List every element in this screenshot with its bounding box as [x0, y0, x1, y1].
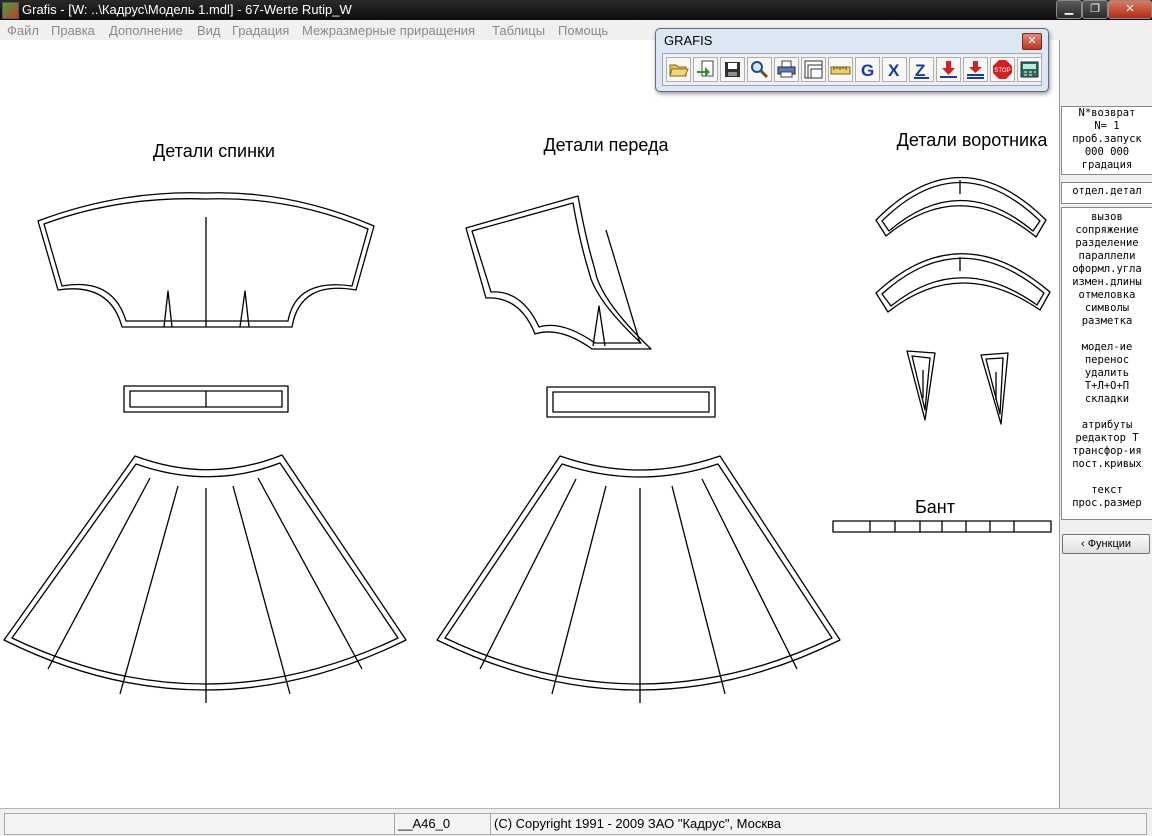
func-spacer: [1062, 328, 1152, 341]
func-modeling[interactable]: модел-ие: [1062, 341, 1152, 354]
func-separate-detail[interactable]: отдел.детал: [1062, 185, 1152, 198]
info-grading[interactable]: градация: [1062, 159, 1152, 172]
func-corner[interactable]: оформл.угла: [1062, 263, 1152, 276]
func-delete[interactable]: удалить: [1062, 367, 1152, 380]
func-spacer: [1062, 406, 1152, 419]
restore-button[interactable]: ❐: [1082, 0, 1108, 19]
title-bar: Grafis - [W: ..\Кадрус\Модель 1.mdl] - 6…: [0, 0, 1152, 20]
svg-text:G: G: [861, 61, 874, 80]
func-folds[interactable]: складки: [1062, 393, 1152, 406]
status-copyright: (C) Copyright 1991 - 2009 ЗАО "Кадрус", …: [490, 813, 1147, 835]
menu-size-increments[interactable]: Межразмерные приращения: [302, 23, 475, 38]
import-icon[interactable]: [693, 57, 718, 82]
info-n: N= 1: [1094, 120, 1120, 132]
functions-button[interactable]: ‹ Функции: [1062, 534, 1150, 554]
back-skirt-piece: [3, 454, 407, 703]
stop-icon[interactable]: STOP: [990, 57, 1015, 82]
label-collar-details: Детали воротника: [897, 130, 1049, 150]
info-return[interactable]: N*возврат: [1062, 107, 1152, 120]
download-icon[interactable]: [936, 57, 961, 82]
x-icon[interactable]: X: [882, 57, 907, 82]
func-size-view[interactable]: прос.размер: [1062, 497, 1152, 510]
close-button[interactable]: ✕: [1108, 0, 1152, 19]
print-icon[interactable]: [774, 57, 799, 82]
toolbar-window-title: GRAFIS: [664, 33, 713, 48]
status-bar: __A46_0 (C) Copyright 1991 - 2009 ЗАО "К…: [0, 808, 1152, 836]
front-skirt-piece: [436, 455, 841, 703]
status-cell-main: [4, 813, 395, 835]
collar-tab-right: [980, 352, 1009, 425]
pattern-drawing[interactable]: Детали спинки Детали переда Детали ворот…: [0, 40, 1058, 808]
bow-piece: [832, 520, 1052, 533]
status-cell-code: __A46_0: [394, 813, 491, 835]
menu-addition[interactable]: Дополнение: [109, 23, 183, 38]
minimize-button[interactable]: ▁: [1056, 0, 1082, 19]
functions-box: вызов сопряжение разделение параллели оф…: [1061, 207, 1152, 520]
drawing-canvas[interactable]: Детали спинки Детали переда Детали ворот…: [0, 40, 1058, 808]
window-title: Grafis - [W: ..\Кадрус\Модель 1.mdl] - 6…: [22, 2, 352, 17]
menu-help[interactable]: Помощь: [558, 23, 608, 38]
download-all-icon[interactable]: [963, 57, 988, 82]
separate-detail-box: отдел.детал: [1061, 182, 1152, 204]
open-folder-icon[interactable]: [666, 57, 691, 82]
function-panel: N*возврат N= 1 проб.запуск 000 000 града…: [1059, 40, 1152, 808]
menu-grading[interactable]: Градация: [232, 23, 289, 38]
ruler-icon[interactable]: [828, 57, 853, 82]
back-bodice-piece: [37, 192, 375, 328]
app-icon: [2, 2, 19, 19]
collar-piece-1: [875, 177, 1047, 238]
stop-icon-label: STOP: [994, 68, 1010, 74]
func-transform[interactable]: трансфор-ия: [1062, 445, 1152, 458]
func-text[interactable]: текст: [1062, 484, 1152, 497]
z-icon[interactable]: Z: [909, 57, 934, 82]
save-icon[interactable]: [720, 57, 745, 82]
back-waistband-piece: [123, 385, 289, 413]
collar-tab-left: [906, 350, 936, 421]
func-call[interactable]: вызов: [1062, 211, 1152, 224]
collar-piece-2: [875, 253, 1051, 313]
func-curves[interactable]: пост.кривых: [1062, 458, 1152, 471]
func-transfer[interactable]: перенос: [1062, 354, 1152, 367]
menu-view[interactable]: Вид: [197, 23, 221, 38]
func-editor-t[interactable]: редактор Т: [1062, 432, 1152, 445]
func-marking[interactable]: отмеловка: [1062, 289, 1152, 302]
func-division[interactable]: разделение: [1062, 237, 1152, 250]
func-attributes[interactable]: атрибуты: [1062, 419, 1152, 432]
svg-text:X: X: [888, 61, 900, 80]
func-length[interactable]: измен.длины: [1062, 276, 1152, 289]
front-waistband-piece: [546, 386, 716, 418]
calculator-icon[interactable]: [1017, 57, 1042, 82]
menu-edit[interactable]: Правка: [51, 23, 95, 38]
label-bow: Бант: [915, 497, 955, 517]
func-layout[interactable]: разметка: [1062, 315, 1152, 328]
func-tlop[interactable]: Т+Л+О+П: [1062, 380, 1152, 393]
label-front-details: Детали переда: [543, 135, 669, 155]
toolbar-close-button[interactable]: ✕: [1022, 33, 1042, 50]
info-counter: 000 000: [1084, 146, 1130, 158]
front-bodice-piece: [465, 195, 652, 350]
func-parallels[interactable]: параллели: [1062, 250, 1152, 263]
layers-icon[interactable]: [801, 57, 826, 82]
info-trial-run[interactable]: проб.запуск: [1062, 133, 1152, 146]
menu-file[interactable]: Файл: [7, 23, 39, 38]
func-symbols[interactable]: символы: [1062, 302, 1152, 315]
info-box: N*возврат N= 1 проб.запуск 000 000 града…: [1061, 106, 1152, 175]
g-icon[interactable]: G: [855, 57, 880, 82]
menu-tables[interactable]: Таблицы: [492, 23, 545, 38]
zoom-icon[interactable]: [747, 57, 772, 82]
grafis-toolbar-window[interactable]: GRAFIS ✕ G X Z STOP: [655, 28, 1049, 92]
label-back-details: Детали спинки: [153, 141, 275, 161]
func-spacer: [1062, 471, 1152, 484]
toolbar-buttons: G X Z STOP: [662, 53, 1042, 86]
func-conjugation[interactable]: сопряжение: [1062, 224, 1152, 237]
